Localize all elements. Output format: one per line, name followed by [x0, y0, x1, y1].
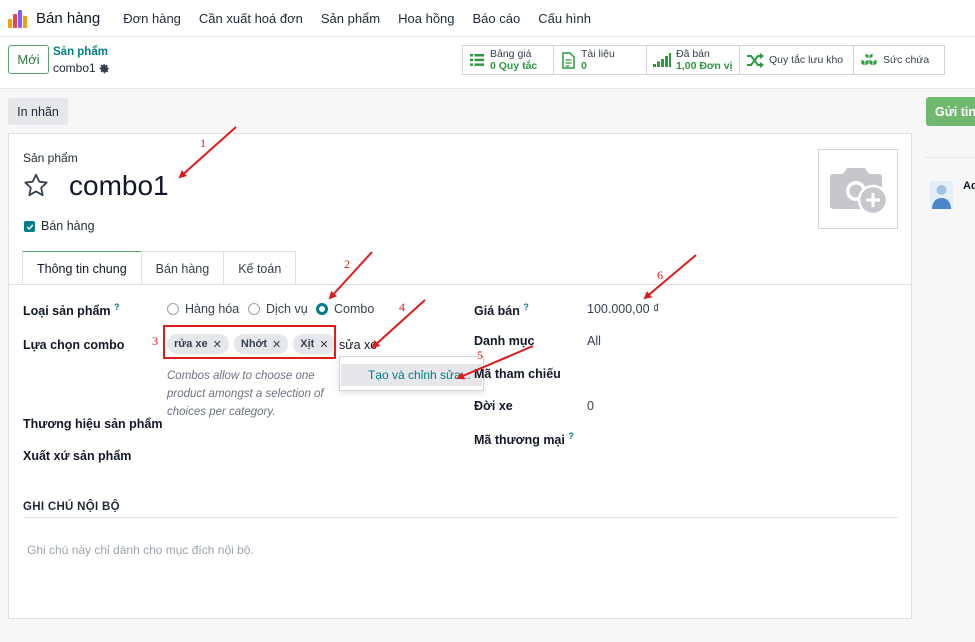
menu-orders[interactable]: Đơn hàng [123, 11, 181, 26]
annotation-highlight-box [163, 325, 336, 359]
document-icon [562, 51, 575, 69]
internal-notes-title: GHI CHÚ NỘI BỘ [23, 501, 120, 513]
menu-commissions[interactable]: Hoa hồng [398, 11, 454, 26]
trade-code-label-text: Mã thương mại [474, 433, 565, 448]
origin-label: Xuất xứ sản phẩm [23, 449, 132, 463]
category-label: Danh mục [474, 334, 535, 348]
radio-service[interactable]: Dịch vụ [248, 302, 308, 316]
radio-goods[interactable]: Hàng hóa [167, 302, 239, 316]
menu-to-invoice[interactable]: Cần xuất hoá đơn [199, 11, 303, 26]
tab-general-information[interactable]: Thông tin chung [22, 251, 142, 285]
radio-combo[interactable]: Combo [316, 302, 374, 316]
sales-app-icon[interactable] [8, 8, 28, 28]
internal-notes-divider [23, 517, 898, 518]
product-image-upload[interactable] [818, 149, 898, 229]
cubes-icon [860, 52, 878, 67]
help-icon[interactable]: ? [523, 302, 529, 312]
check-icon [26, 224, 33, 230]
chatter-author: Ad [963, 180, 975, 192]
can-be-sold-label: Bán hàng [41, 219, 95, 233]
smart-button-sold[interactable]: Đã bán 1,00 Đơn vị [646, 45, 740, 75]
reference-label: Mã tham chiếu [474, 367, 561, 381]
smart-button-pricelists[interactable]: Bảng giá 0 Quy tắc [462, 45, 554, 75]
product-type-label: Loại sản phẩm ? [23, 302, 120, 318]
capacity-label: Sức chứa [883, 54, 930, 66]
menu-reporting[interactable]: Báo cáo [473, 11, 521, 26]
combo-autocomplete-dropdown: Tạo và chỉnh sửa... [339, 356, 484, 391]
bar-chart-icon [653, 53, 671, 67]
camera-add-icon [830, 168, 889, 216]
sale-price-field[interactable]: 100.000,00 ₫ [587, 302, 659, 316]
create-and-edit-option[interactable]: Tạo và chỉnh sửa... [341, 364, 482, 386]
category-field[interactable]: All [587, 334, 601, 348]
model-year-field[interactable]: 0 [587, 399, 594, 413]
combo-help-text: Combos allow to choose one product among… [167, 370, 324, 418]
star-icon[interactable] [22, 172, 50, 199]
help-icon[interactable]: ? [568, 431, 574, 441]
smart-button-documents[interactable]: Tài liệu 0 [553, 45, 647, 75]
putaway-rules-label: Quy tắc lưu kho [769, 54, 844, 66]
radio-combo-dot [316, 303, 328, 315]
breadcrumb-current: combo1 [53, 61, 110, 75]
tabs-underline [9, 284, 911, 285]
pricelists-label: Bảng giá [490, 48, 532, 60]
product-name-field[interactable]: combo1 [69, 170, 169, 202]
new-button[interactable]: Mới [8, 45, 49, 74]
help-icon[interactable]: ? [114, 302, 120, 312]
documents-value: 0 [581, 60, 587, 72]
radio-goods-label: Hàng hóa [185, 302, 240, 316]
radio-service-dot [248, 303, 260, 315]
brand-label: Thương hiệu sản phẩm [23, 417, 163, 431]
form-sheet: Sản phẩm combo1 Bán hàng Thông tin chung… [8, 133, 912, 619]
trade-code-label: Mã thương mại ? [474, 431, 574, 447]
radio-service-label: Dịch vụ [266, 302, 308, 316]
breadcrumb-current-label: combo1 [53, 61, 96, 75]
shuffle-icon [747, 52, 764, 68]
radio-combo-label: Combo [334, 302, 375, 316]
sale-price-label-text: Giá bán [474, 304, 520, 319]
tab-sales[interactable]: Bán hàng [140, 251, 225, 285]
combo-search-input[interactable]: sửa xe [339, 338, 377, 352]
smart-button-putaway-rules[interactable]: Quy tắc lưu kho [739, 45, 854, 75]
radio-goods-dot [167, 303, 179, 315]
documents-label: Tài liệu [581, 48, 615, 60]
send-message-button[interactable]: Gửi tin [926, 97, 975, 126]
sold-label: Đã bán [676, 48, 710, 60]
smart-button-capacity[interactable]: Sức chứa [853, 45, 945, 75]
print-labels-button[interactable]: In nhãn [8, 98, 68, 125]
top-navbar: Bán hàng Đơn hàng Cần xuất hoá đơn Sản p… [0, 0, 975, 37]
combo-choices-label: Lựa chọn combo [23, 338, 125, 352]
internal-notes-field[interactable]: Ghi chú này chỉ dành cho mục đích nội bộ… [27, 543, 254, 557]
menu-products[interactable]: Sản phẩm [321, 11, 380, 26]
form-tabs: Thông tin chung Bán hàng Kế toán [22, 251, 297, 285]
breadcrumb-parent[interactable]: Sản phẩm [53, 46, 108, 58]
avatar [930, 181, 953, 209]
app-name[interactable]: Bán hàng [36, 10, 100, 27]
gear-icon[interactable] [99, 63, 110, 74]
tab-accounting[interactable]: Kế toán [223, 251, 297, 285]
menu-configuration[interactable]: Cấu hình [538, 11, 591, 26]
can-be-sold-checkbox[interactable] [24, 221, 35, 232]
product-name-label: Sản phẩm [23, 151, 78, 165]
list-icon [470, 54, 484, 66]
model-year-label: Đời xe [474, 399, 513, 413]
product-type-label-text: Loại sản phẩm [23, 304, 111, 319]
sold-value: 1,00 Đơn vị [676, 60, 733, 72]
control-panel: Mới Sản phẩm combo1 Bảng giá 0 Quy tắc Tà… [0, 37, 975, 89]
sale-price-label: Giá bán ? [474, 302, 529, 318]
pricelists-value: 0 Quy tắc [490, 60, 538, 72]
chatter-divider [925, 157, 975, 158]
